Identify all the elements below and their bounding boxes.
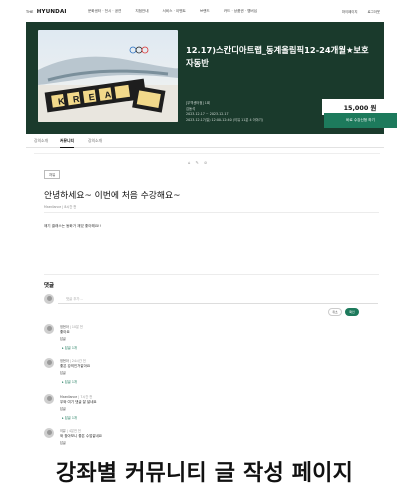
comment-item: 정현아 | 24시간 전 좋은 강의인거같아요 답글 ▸ 답글 1개 bbox=[44, 358, 374, 392]
nav-link-card[interactable]: 카드 · 상품권 · 멤버십 bbox=[224, 9, 257, 14]
logo-text: HYUNDAI bbox=[36, 9, 67, 15]
reply-button[interactable]: 답글 bbox=[60, 440, 66, 445]
course-thumbnail: K R E A bbox=[38, 30, 178, 122]
mypage-link[interactable]: 마이페이지 bbox=[342, 9, 358, 14]
logo-prefix: THE bbox=[26, 10, 34, 14]
comment-author: Maedlance bbox=[60, 395, 78, 399]
post-author: Maedlance | 8시간 전 bbox=[44, 205, 77, 209]
reply-button[interactable]: 답글 bbox=[60, 406, 66, 411]
course-hero: K R E A 12.17)스칸디아트랩_동계올림픽12-24개월★보호자동반 … bbox=[26, 22, 398, 134]
cancel-button[interactable]: 취소 bbox=[328, 308, 342, 316]
reply-button[interactable]: 답글 bbox=[60, 336, 66, 341]
comment-time: | 7시간 전 bbox=[78, 395, 93, 399]
community-post: ⌂ ✎ ⊘ 자유 안녕하세요~ 이번에 처음 수강해요~ Maedlance |… bbox=[34, 153, 380, 445]
comment-item: 이유 | 4분전 전 와 찾아보니 좋은 수업같네요 답글 bbox=[44, 428, 374, 445]
nav-link-brand[interactable]: 브랜드 bbox=[200, 9, 210, 14]
nav-link-services[interactable]: 서비스 · 이벤트 bbox=[163, 9, 186, 14]
comment-author: 이유 bbox=[60, 429, 66, 433]
comment-text: 좋은 강의인거같아요 bbox=[60, 364, 91, 368]
reply-count-toggle[interactable]: ▸ 답글 1개 bbox=[62, 379, 77, 384]
enroll-button[interactable]: 바로 수강신청 하기 bbox=[324, 113, 397, 128]
comment-author-line: 정현아 | 24시간 전 bbox=[60, 358, 86, 363]
course-schedule: 2023.12.17(일) 12:00-12:40 (이유 11분 4 이야기) bbox=[186, 117, 263, 122]
reply-count-toggle[interactable]: ▸ 답글 1개 bbox=[62, 415, 77, 420]
comment-text: 와 찾아보니 좋은 수업같네요 bbox=[60, 434, 102, 438]
comment-time: | 4분전 전 bbox=[66, 429, 81, 433]
course-tabs: 강의소개 커뮤니티 강의소개 bbox=[26, 134, 384, 148]
post-title: 안녕하세요~ 이번에 처음 수강해요~ bbox=[44, 191, 181, 201]
divider bbox=[44, 274, 379, 275]
avatar bbox=[44, 394, 54, 404]
comment-input[interactable]: 댓글 추가... bbox=[58, 294, 378, 304]
edit-icon[interactable]: ✎ bbox=[196, 160, 199, 165]
block-icon[interactable]: ⊘ bbox=[204, 160, 207, 165]
comment-text: 우와 여기 댓글 잘 달네요 bbox=[60, 400, 97, 404]
reply-count-toggle[interactable]: ▸ 답글 1개 bbox=[62, 345, 77, 350]
nav-link-culture[interactable]: 문화센터 · 전시 · 공연 bbox=[88, 9, 121, 14]
post-toolbar: ⌂ ✎ ⊘ bbox=[188, 160, 207, 165]
course-meta: [무역센터점] 1회 김동석 2023.12.17 ~ 2023.12.17 2… bbox=[186, 101, 263, 123]
comment-text: 좋아요 bbox=[60, 330, 70, 334]
nav-link-branches[interactable]: 지점안내 bbox=[135, 9, 148, 14]
comment-time: | 10분 전 bbox=[69, 325, 83, 329]
comment-author-line: 정현아 | 10분 전 bbox=[60, 324, 83, 329]
avatar bbox=[44, 358, 54, 368]
divider bbox=[44, 212, 379, 213]
tab-intro[interactable]: 강의소개 bbox=[34, 138, 48, 144]
tab-intro-2[interactable]: 강의소개 bbox=[88, 138, 102, 144]
submit-button[interactable]: 확인 bbox=[345, 308, 359, 316]
course-title: 12.17)스칸디아트랩_동계올림픽12-24개월★보호자동반 bbox=[186, 45, 369, 68]
comment-author: 정현아 bbox=[60, 359, 69, 363]
avatar bbox=[44, 324, 54, 334]
comment-item: Maedlance | 7시간 전 우와 여기 댓글 잘 달네요 답글 ▸ 답글… bbox=[44, 394, 374, 428]
tab-community[interactable]: 커뮤니티 bbox=[60, 138, 74, 148]
avatar bbox=[44, 294, 54, 304]
top-navigation: THE HYUNDAI 문화센터 · 전시 · 공연 지점안내 서비스 · 이벤… bbox=[26, 6, 384, 18]
avatar bbox=[44, 428, 54, 438]
home-icon[interactable]: ⌂ bbox=[188, 160, 191, 165]
comment-author-line: 이유 | 4분전 전 bbox=[60, 428, 81, 433]
comment-time: | 24시간 전 bbox=[69, 359, 86, 363]
post-body: 애기 클래스는 동화가 재밌 좋아해요!! bbox=[44, 224, 102, 228]
reply-button[interactable]: 답글 bbox=[60, 370, 66, 375]
comments-heading: 댓글 bbox=[44, 283, 54, 289]
page-caption: 강좌별 커뮤니티 글 작성 페이지 bbox=[55, 461, 354, 486]
comment-item: 정현아 | 10분 전 좋아요 답글 ▸ 답글 1개 bbox=[44, 324, 374, 358]
category-badge: 자유 bbox=[44, 170, 61, 179]
comment-author-line: Maedlance | 7시간 전 bbox=[60, 394, 92, 399]
logout-link[interactable]: 로그아웃 bbox=[368, 9, 380, 14]
site-logo[interactable]: THE HYUNDAI bbox=[26, 9, 67, 15]
comment-author: 정현아 bbox=[60, 325, 69, 329]
